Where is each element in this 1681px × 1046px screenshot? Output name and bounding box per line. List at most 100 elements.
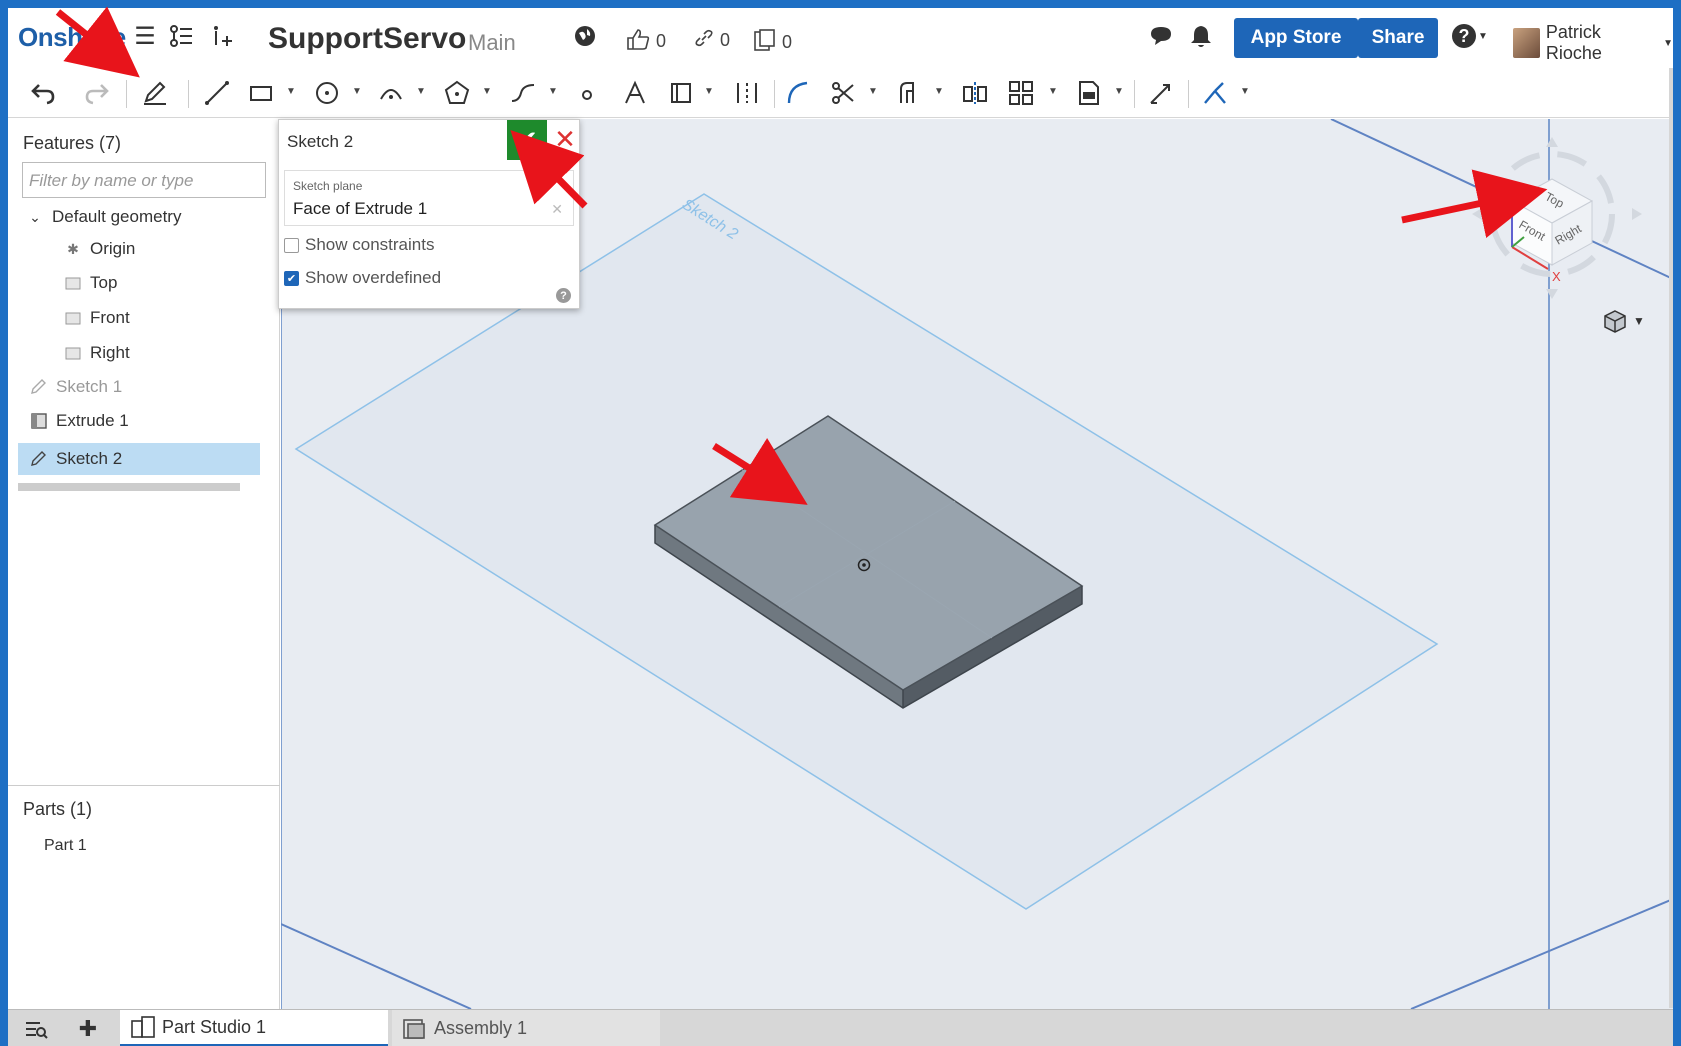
chevron-down-icon[interactable]: ▼ [286, 86, 296, 97]
checkbox-checked-icon[interactable]: ✔ [284, 270, 299, 286]
tree-item-label: Top [90, 273, 118, 292]
show-overdefined-checkbox[interactable]: ✔ Show overdefined [284, 268, 441, 288]
checkmark-icon: ✔ [516, 124, 538, 155]
circle-tool-icon[interactable] [310, 76, 344, 110]
notifications-bell-icon[interactable] [1186, 22, 1216, 50]
window-scrollbar[interactable] [1669, 68, 1673, 1008]
arrow-up-icon[interactable] [1546, 137, 1558, 147]
tree-item-part-1[interactable]: Part 1 [44, 837, 87, 855]
fillet-tool-icon[interactable] [782, 76, 816, 110]
chevron-down-icon[interactable]: ▼ [1114, 86, 1124, 97]
text-tool-icon[interactable] [618, 76, 652, 110]
insert-icon[interactable] [206, 22, 236, 50]
polygon-tool-icon[interactable] [440, 76, 474, 110]
app-store-button[interactable]: App Store [1234, 18, 1358, 58]
tree-item-front[interactable]: Front [64, 308, 130, 328]
offset-tool-icon[interactable] [892, 76, 926, 110]
version-graph-icon[interactable] [166, 22, 196, 50]
mirror-tool-icon[interactable] [958, 76, 992, 110]
tab-label: Part Studio 1 [162, 1016, 267, 1037]
onshape-logo[interactable]: Onshape [18, 22, 126, 53]
feature-list-scrollbar[interactable] [18, 483, 240, 491]
panel-divider[interactable] [8, 785, 280, 786]
copy-counter[interactable]: 0 [752, 28, 792, 57]
dialog-title: Sketch 2 [287, 132, 354, 151]
comments-icon[interactable] [1146, 22, 1176, 50]
chevron-down-icon: ⌄ [29, 208, 41, 225]
view-cube[interactable]: Top Front Right X [1466, 129, 1646, 329]
dxf-import-icon[interactable] [1072, 76, 1106, 110]
tab-assembly-1[interactable]: Assembly 1 [392, 1010, 660, 1046]
tree-item-extrude-1[interactable]: Extrude 1 [30, 411, 129, 431]
clear-selection-icon[interactable]: ✕ [551, 201, 563, 218]
arc-tool-icon[interactable] [374, 76, 408, 110]
link-count: 0 [720, 30, 731, 50]
link-counter[interactable]: 0 [694, 28, 730, 53]
construction-tool-icon[interactable] [664, 76, 698, 110]
rectangle-tool-icon[interactable] [244, 76, 278, 110]
toolbar-separator [188, 80, 189, 108]
pattern-tool-icon[interactable] [1004, 76, 1038, 110]
chevron-down-icon[interactable]: ▼ [868, 86, 878, 97]
view-mode-dropdown[interactable]: ▼ [1603, 309, 1645, 333]
chevron-down-icon[interactable]: ▼ [352, 86, 362, 97]
dimension-tool-icon[interactable] [1144, 76, 1178, 110]
arrow-down-icon[interactable] [1546, 289, 1558, 299]
part-studio-icon [131, 1016, 155, 1038]
checkbox-label: Show constraints [305, 235, 435, 254]
chevron-down-icon: ▼ [1478, 30, 1488, 42]
branch-name[interactable]: Main [468, 30, 516, 56]
axis-x-label: X [1552, 269, 1561, 284]
add-tab-plus-icon[interactable]: ✚ [70, 1014, 106, 1044]
spline-tool-icon[interactable] [506, 76, 540, 110]
hamburger-menu-icon[interactable]: ☰ [130, 22, 160, 50]
arrow-right-icon[interactable] [1632, 208, 1642, 220]
line-tool-icon[interactable] [200, 76, 234, 110]
tab-part-studio-1[interactable]: Part Studio 1 [120, 1010, 388, 1046]
chevron-down-icon[interactable]: ▼ [482, 86, 492, 97]
tree-item-top[interactable]: Top [64, 273, 117, 293]
plane-icon [64, 310, 82, 326]
chevron-down-icon[interactable]: ▼ [1240, 86, 1250, 97]
chevron-down-icon[interactable]: ▼ [704, 86, 714, 97]
chevron-down-icon[interactable]: ▼ [416, 86, 426, 97]
share-button[interactable]: Share [1358, 18, 1438, 58]
tree-item-label: Right [90, 343, 130, 362]
features-title: Features (7) [23, 133, 122, 153]
chevron-down-icon[interactable]: ▼ [934, 86, 944, 97]
show-constraints-checkbox[interactable]: Show constraints [284, 235, 434, 255]
plane-icon [64, 345, 82, 361]
chevron-down-icon[interactable]: ▼ [1048, 86, 1058, 97]
tree-item-sketch-1[interactable]: Sketch 1 [30, 377, 122, 397]
tree-item-right[interactable]: Right [64, 343, 130, 363]
checkbox-icon[interactable] [284, 237, 299, 253]
tree-item-default-geometry[interactable]: ⌄ Default geometry [26, 207, 181, 227]
cancel-button[interactable]: ✕ [551, 124, 579, 154]
feature-list-panel: Features (7) Filter by name or type ⌄ De… [8, 119, 280, 1009]
trim-tool-icon[interactable] [826, 76, 860, 110]
globe-icon[interactable] [570, 22, 600, 50]
point-tool-icon[interactable] [570, 76, 604, 110]
like-counter[interactable]: 0 [626, 28, 666, 55]
midpoint-tool-icon[interactable] [730, 76, 764, 110]
feature-filter-input[interactable]: Filter by name or type [22, 162, 266, 198]
tree-item-sketch-2[interactable]: Sketch 2 [18, 443, 260, 475]
help-icon[interactable]: ? [556, 288, 571, 303]
accept-checkmark-button[interactable]: ✔ [507, 120, 547, 160]
sketch-pencil-icon[interactable] [138, 76, 172, 110]
copy-count: 0 [782, 32, 793, 52]
tree-item-origin[interactable]: ✱ Origin [64, 239, 135, 259]
arrow-left-icon[interactable] [1472, 208, 1482, 220]
user-menu[interactable]: Patrick Rioche ▼ [1513, 22, 1673, 64]
undo-icon[interactable] [26, 76, 60, 110]
help-menu[interactable]: ? ▼ [1448, 22, 1492, 50]
document-title[interactable]: SupportServo [268, 22, 466, 56]
sketch-icon [30, 379, 48, 395]
plane-edge [1410, 898, 1673, 1009]
chevron-down-icon[interactable]: ▼ [548, 86, 558, 97]
constraint-tool-icon[interactable] [1198, 76, 1232, 110]
sketch-toolbar: ▼ ▼ ▼ ▼ ▼ ▼ ▼ ▼ ▼ ▼ ▼ [8, 68, 1673, 118]
redo-icon[interactable] [80, 76, 114, 110]
tab-manager-icon[interactable] [18, 1014, 54, 1044]
sketch-plane-field[interactable]: Sketch plane Face of Extrude 1 ✕ [284, 170, 574, 226]
